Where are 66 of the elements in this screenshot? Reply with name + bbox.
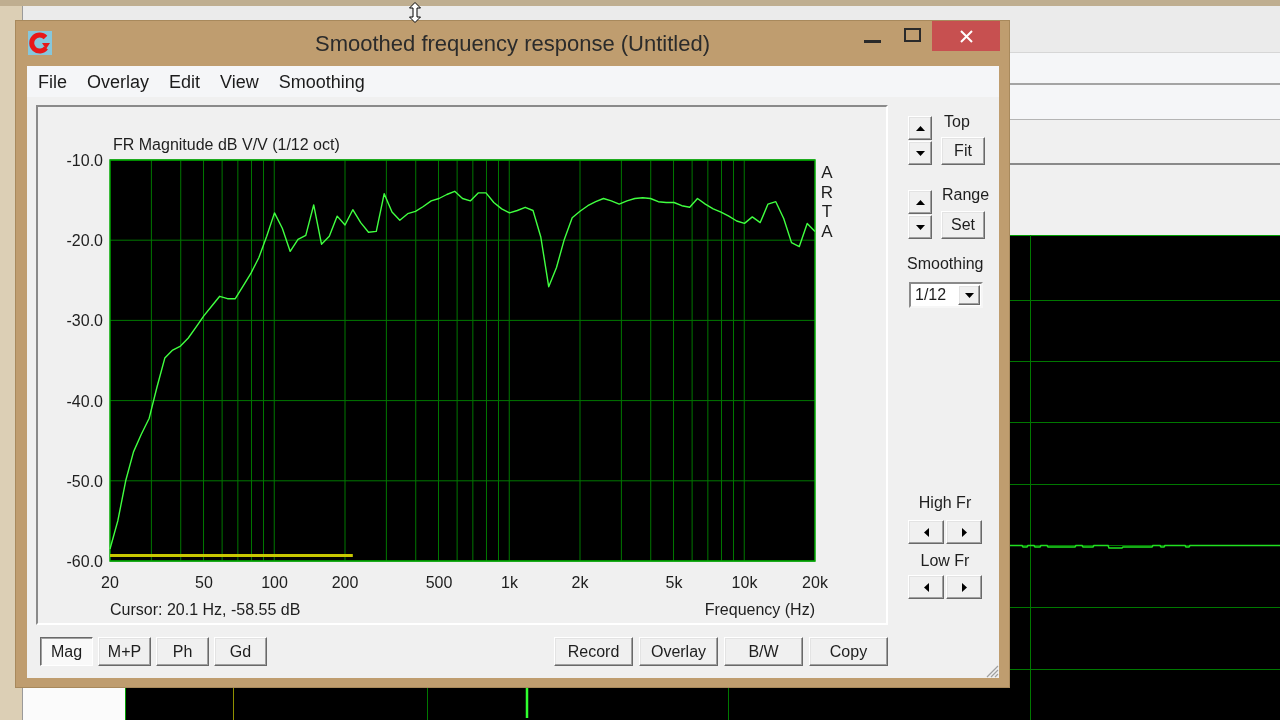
fit-button[interactable]: Fit [941,137,985,165]
menu-item[interactable]: Overlay [77,70,160,93]
caret-right-icon [961,527,967,537]
chart-title: FR Magnitude dB V/V (1/12 oct) [113,136,340,153]
range-label: Range [942,185,990,205]
resize-grip-icon [986,665,999,678]
action-button[interactable]: Overlay [639,637,718,666]
window-title: Smoothed frequency response (Untitled) [315,30,710,57]
action-button[interactable]: B/W [724,637,803,666]
menu-item[interactable]: File [28,70,77,93]
caret-left-icon [923,527,929,537]
close-icon [959,29,973,43]
caret-left-icon [923,582,929,592]
caret-right-icon [961,582,967,592]
spin-down-button[interactable] [908,215,932,239]
spin-up-button[interactable] [908,116,932,140]
resize-cursor-icon [409,2,421,23]
menu-item[interactable]: Smoothing [268,70,375,93]
view-tab[interactable]: M+P [98,637,151,666]
action-button[interactable]: Record [554,637,633,666]
axis-tick-label: -30.0 [66,312,103,330]
axis-tick-label: 500 [425,574,453,591]
maximize-icon [903,28,921,42]
axis-label: Frequency (Hz) [704,601,815,618]
view-tab[interactable]: Ph [156,637,209,666]
axis-tick-label: -50.0 [66,472,103,490]
menu-item[interactable]: View [210,70,269,93]
axis-tick-label: -60.0 [66,553,103,570]
smoothing-select[interactable]: 1/12 [909,282,983,308]
axis-tick-label: 200 [331,574,359,591]
minimize-icon [863,39,881,43]
axis-tick-label: 5k [665,574,683,591]
caret-up-icon [915,125,925,131]
axis-tick-label: 20 [101,574,119,591]
dropdown-button[interactable] [958,285,980,305]
axis-tick-label: 100 [261,574,288,591]
axis-tick-label: 1k [501,574,518,591]
menu-item[interactable]: Edit [159,70,211,93]
low-freq-label: Low Fr [919,552,971,570]
axis-tick-label: 2k [571,574,589,591]
spin-up-button[interactable] [908,190,932,214]
set-button[interactable]: Set [941,211,985,239]
caret-down-icon [915,224,925,230]
caret-down-icon [915,150,925,156]
vertical-label: ARTA [820,163,834,242]
view-tab[interactable]: Mag [40,637,93,666]
caret-down-icon [964,292,974,298]
view-tab[interactable]: Gd [214,637,267,666]
spin-down-button[interactable] [908,141,932,165]
action-button[interactable]: Copy [809,637,888,666]
high-freq-label: High Fr [917,494,973,512]
top-label: Top [944,112,971,132]
step-left-button[interactable] [908,575,944,599]
axis-tick-label: 50 [195,574,213,591]
cursor-readout: Cursor: 20.1 Hz, -58.55 dB [110,601,301,618]
axis-tick-label: 10k [731,574,758,591]
step-left-button[interactable] [908,520,944,544]
smoothing-label: Smoothing [907,255,985,273]
axis-tick-label: -10.0 [66,152,103,169]
axis-tick-label: -20.0 [66,232,103,250]
caret-up-icon [915,199,925,205]
axis-tick-label: -40.0 [66,392,103,410]
step-right-button[interactable] [946,520,982,544]
step-right-button[interactable] [946,575,982,599]
close-button[interactable] [932,21,1000,51]
axis-tick-label: 20k [802,574,828,591]
